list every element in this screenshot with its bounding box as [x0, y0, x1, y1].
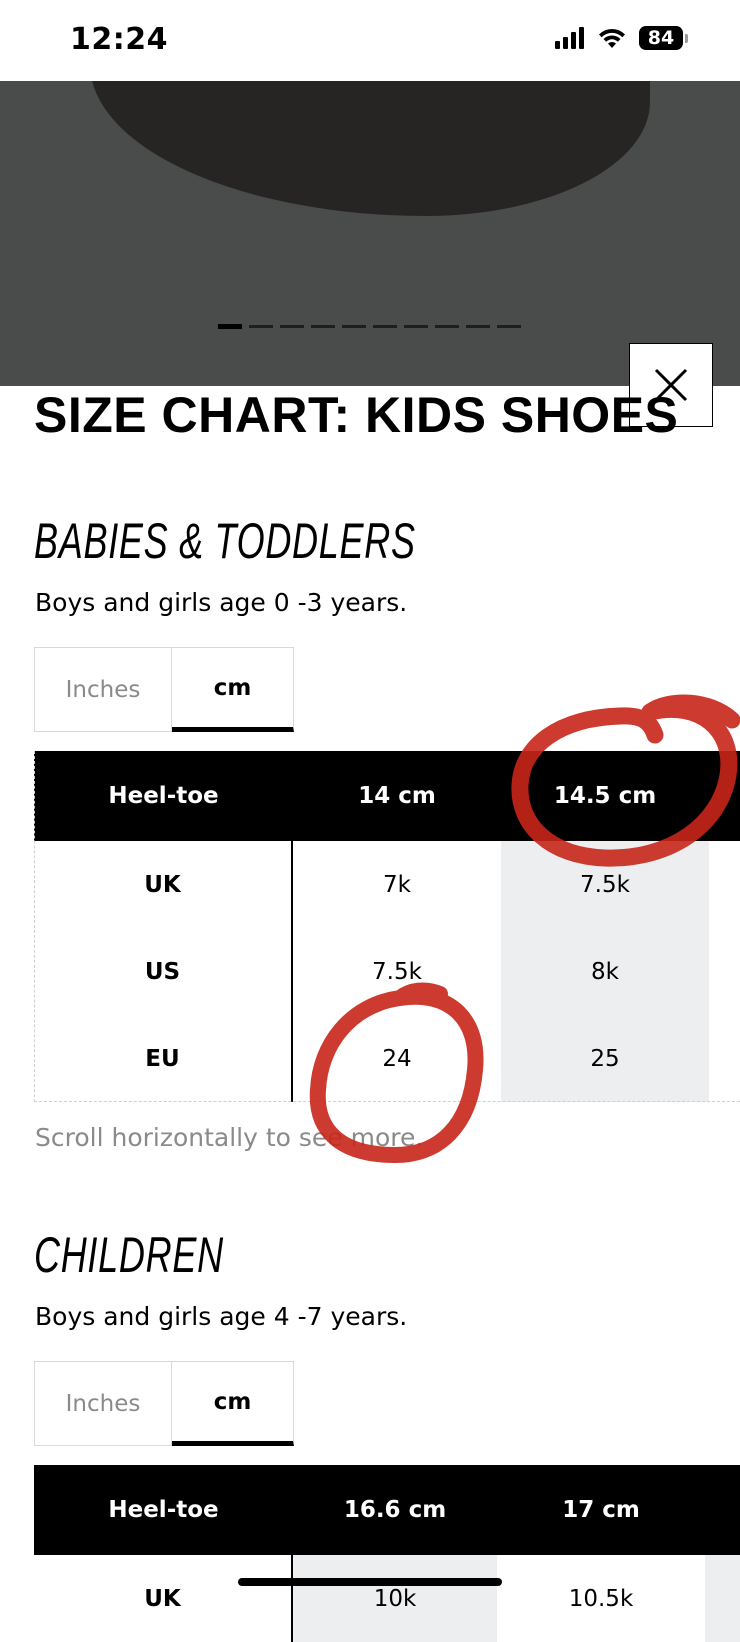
size-table-babies[interactable]: Heel-toe 14 cm 14.5 cm UK 7k 7.5k US 7.5…: [34, 751, 740, 1102]
carousel-dot[interactable]: [280, 325, 304, 328]
table-cell: 24: [382, 1045, 412, 1072]
row-label: EU: [34, 1015, 293, 1102]
table-header: Heel-toe 14 cm 14.5 cm: [34, 751, 740, 841]
unit-tab-inches[interactable]: Inches: [34, 647, 172, 732]
header-cell: Heel-toe: [108, 1497, 219, 1523]
status-time: 12:24: [70, 22, 168, 57]
carousel-dot[interactable]: [249, 325, 273, 328]
header-cell: Heel-toe: [108, 783, 219, 809]
unit-toggle: Inches cm: [34, 1361, 294, 1446]
section-heading-babies-toddlers: BABIES & TODDLERS: [34, 513, 416, 569]
status-bar: 12:24 84: [0, 0, 740, 81]
cellular-signal-icon: [555, 27, 584, 49]
header-cell: 16.6 cm: [343, 1497, 447, 1523]
header-cell: 14.5 cm: [553, 783, 657, 809]
row-label: US: [34, 928, 293, 1015]
table-cell: 10.5k: [568, 1585, 634, 1612]
product-image: [90, 81, 650, 216]
section-heading-children: CHILDREN: [34, 1227, 224, 1283]
unit-toggle: Inches cm: [34, 647, 294, 732]
unit-tab-inches[interactable]: Inches: [34, 1361, 172, 1446]
carousel-dot[interactable]: [435, 325, 459, 328]
section-subtitle: Boys and girls age 4 -7 years.: [35, 1302, 408, 1331]
carousel-dot[interactable]: [342, 325, 366, 328]
table-row: EU 24 25: [34, 1015, 740, 1102]
status-icons: 84: [555, 26, 688, 50]
modal-title: SIZE CHART: KIDS SHOES: [34, 387, 679, 443]
table-cell: 7.5k: [501, 841, 709, 928]
home-indicator[interactable]: [238, 1578, 502, 1586]
table-cell: 7.5k: [372, 958, 422, 985]
table-cell: 25: [501, 1015, 709, 1102]
carousel-indicator: [218, 324, 521, 329]
row-label: UK: [34, 841, 293, 928]
unit-tab-cm[interactable]: cm: [172, 1361, 294, 1446]
table-cell: 8k: [501, 928, 709, 1015]
row-label: UK: [34, 1555, 293, 1642]
wifi-icon: [599, 28, 625, 48]
carousel-dot[interactable]: [218, 324, 242, 329]
carousel-dot[interactable]: [497, 325, 521, 328]
table-row: UK 10k 10.5k: [34, 1555, 740, 1642]
header-cell: 17 cm: [562, 1497, 640, 1523]
carousel-dot[interactable]: [466, 325, 490, 328]
table-row: UK 7k 7.5k: [34, 841, 740, 928]
unit-tab-cm[interactable]: cm: [172, 647, 294, 732]
table-cell: 10k: [293, 1555, 497, 1642]
carousel-dot[interactable]: [404, 325, 428, 328]
carousel-dot[interactable]: [311, 325, 335, 328]
table-cell: 7k: [383, 871, 411, 898]
product-image-carousel[interactable]: [0, 81, 740, 386]
carousel-dot[interactable]: [373, 325, 397, 328]
size-table-children[interactable]: Heel-toe 16.6 cm 17 cm UK 10k 10.5k: [34, 1465, 740, 1642]
section-subtitle: Boys and girls age 0 -3 years.: [35, 588, 408, 617]
battery-level: 84: [639, 26, 683, 50]
battery-icon: 84: [639, 26, 688, 50]
scroll-hint: Scroll horizontally to see more.: [35, 1123, 424, 1152]
header-cell: 14 cm: [358, 783, 436, 809]
table-header: Heel-toe 16.6 cm 17 cm: [34, 1465, 740, 1555]
table-row: US 7.5k 8k: [34, 928, 740, 1015]
